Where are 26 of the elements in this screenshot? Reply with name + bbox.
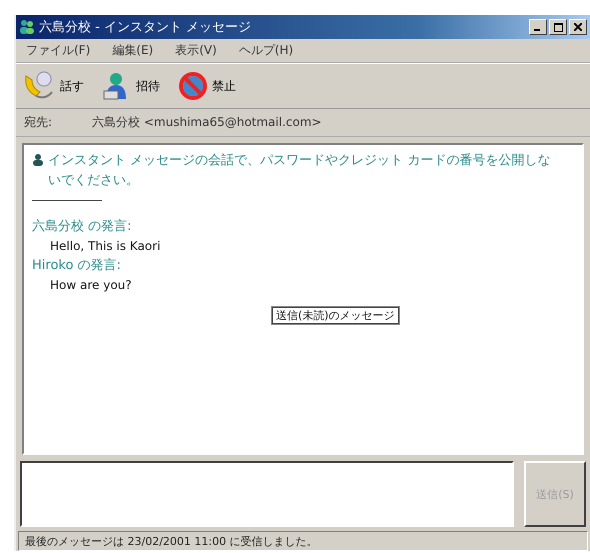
menu-item[interactable]: 表示(V) <box>175 42 217 59</box>
people-icon <box>19 19 35 35</box>
window-title: 六島分校 - インスタント メッセージ <box>39 19 252 36</box>
toolbar-button[interactable]: 話す <box>22 70 84 102</box>
message-input[interactable] <box>20 461 514 527</box>
blocked-person-icon <box>178 71 208 101</box>
close-button[interactable] <box>569 19 587 35</box>
menu-item[interactable]: 編集(E) <box>112 42 154 59</box>
security-warning: インスタント メッセージの会話で、パスワードやクレジット カードの番号を公開しないでください。 <box>48 152 552 190</box>
message-sender: Hiroko の発言: <box>32 256 122 275</box>
recipient-address: 六島分校 <mushima65@hotmail.com> <box>92 114 322 131</box>
minimize-button[interactable] <box>529 19 547 35</box>
recipient-label: 宛先: <box>24 114 52 131</box>
message-sender: 六島分校 の発言: <box>32 218 133 236</box>
toolbar-button[interactable]: 招待 <box>102 70 160 102</box>
toolbar-button[interactable]: 禁止 <box>178 70 236 102</box>
message-text: How are you? <box>49 276 133 294</box>
menu-item[interactable]: ヘルプ(H) <box>238 42 294 59</box>
close-icon <box>574 23 582 31</box>
tooltip: 送信(未読)のメッセージ <box>272 307 399 324</box>
menu-item[interactable]: ファイル(F) <box>26 42 90 59</box>
maximize-icon <box>554 22 562 32</box>
maximize-button[interactable] <box>549 19 567 35</box>
person-icon <box>32 154 44 166</box>
status-bar: 最後のメッセージは 23/02/2001 11:00 に受信しました。 <box>18 531 588 551</box>
message-text: Hello, This is Kaori <box>49 238 162 256</box>
